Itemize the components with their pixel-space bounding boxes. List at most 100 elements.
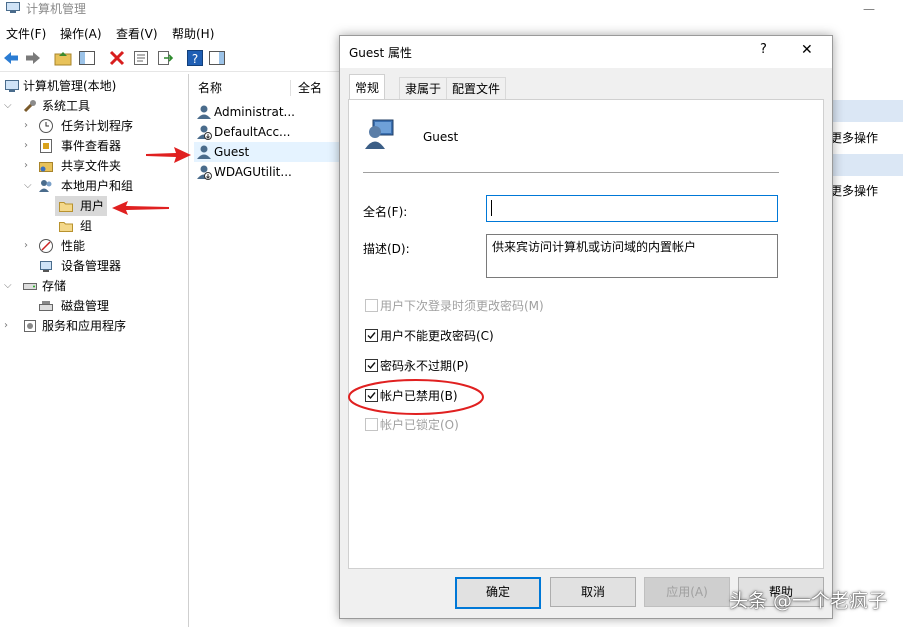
tree-item-system-tools[interactable]: ⌵ 系统工具	[4, 96, 184, 116]
apply-button[interactable]: 应用(A)	[644, 577, 730, 607]
chevron-down-icon[interactable]: ⌵	[24, 181, 34, 191]
tab-general[interactable]: 常规	[349, 74, 386, 101]
performance-icon	[39, 239, 53, 253]
folder-icon	[59, 222, 73, 232]
computer-management-icon	[6, 2, 20, 13]
window-title: 计算机管理	[26, 2, 87, 16]
chevron-right-icon[interactable]: ›	[24, 121, 34, 131]
description-label: 描述(D):	[363, 242, 410, 256]
tree-label: 任务计划程序	[61, 119, 134, 133]
tree-label: 性能	[61, 239, 86, 253]
general-tab-panel: Guest 全名(F): 描述(D): 供来宾访问计算机或访问域的内置帐户 用户…	[348, 99, 824, 569]
user-icon	[197, 105, 211, 119]
chevron-down-icon[interactable]: ⌵	[4, 101, 14, 111]
chevron-right-icon[interactable]: ›	[4, 321, 14, 331]
list-item-selected[interactable]: Guest	[194, 142, 340, 162]
forward-arrow-icon[interactable]	[24, 49, 42, 67]
minimize-button[interactable]: —	[863, 2, 875, 16]
fullname-label: 全名(F):	[363, 205, 408, 219]
annotation-circle-icon	[348, 379, 484, 415]
show-hide-tree-icon[interactable]	[78, 49, 96, 67]
window-titlebar: 计算机管理 —	[0, 0, 903, 22]
menu-view[interactable]: 查看(V)	[116, 25, 158, 42]
user-list: 名称 全名 Administrat... DefaultAcc... Guest…	[190, 74, 340, 627]
tab-member-of[interactable]: 隶属于	[399, 77, 448, 100]
svg-text:?: ?	[192, 52, 198, 66]
more-actions-link[interactable]: 更多操作	[830, 129, 878, 146]
menu-file[interactable]: 文件(F)	[6, 25, 46, 42]
event-viewer-icon	[40, 139, 52, 153]
list-item-label: Guest	[214, 145, 250, 159]
checkbox-account-locked[interactable]	[365, 418, 378, 431]
tree-label: 存储	[42, 279, 67, 293]
ok-button[interactable]: 确定	[455, 577, 541, 609]
description-field[interactable]: 供来宾访问计算机或访问域的内置帐户	[486, 234, 778, 278]
more-actions-link[interactable]: 更多操作	[830, 182, 878, 199]
column-divider[interactable]	[290, 80, 291, 96]
annotation-arrow-icon	[146, 147, 191, 163]
text-cursor	[491, 200, 492, 216]
column-header-fullname[interactable]: 全名	[298, 78, 322, 98]
cancel-button[interactable]: 取消	[550, 577, 636, 607]
actions-header	[830, 154, 903, 176]
back-arrow-icon[interactable]	[2, 49, 20, 67]
tree-label: 组	[80, 219, 93, 233]
list-item-label: Administrat...	[214, 105, 295, 119]
clock-icon	[39, 119, 53, 133]
checkbox-label: 用户不能更改密码(C)	[380, 329, 494, 343]
fullname-field[interactable]	[486, 195, 778, 222]
column-header-name[interactable]: 名称	[198, 78, 222, 98]
checkbox-cannot-change-password[interactable]	[365, 329, 378, 342]
disabled-user-icon	[197, 125, 212, 140]
checkbox-must-change-password[interactable]	[365, 299, 378, 312]
actions-pane: 更多操作 更多操作	[830, 74, 903, 627]
disabled-user-icon	[197, 165, 212, 180]
export-list-icon[interactable]	[156, 49, 174, 67]
tree-label: 服务和应用程序	[42, 319, 127, 333]
checkbox-label: 密码永不过期(P)	[380, 359, 469, 373]
tools-icon	[23, 100, 36, 113]
dialog-help-button[interactable]: ?	[760, 42, 767, 57]
watermark: 头条 @一个老疯子	[728, 590, 887, 612]
guest-properties-dialog: Guest 属性 ? ✕ 常规 隶属于 配置文件 Guest 全名(F): 描述…	[339, 35, 833, 619]
toolbar: ?	[0, 45, 340, 72]
storage-icon	[23, 283, 37, 290]
folder-icon	[59, 202, 73, 212]
shared-folder-icon	[39, 162, 53, 172]
list-item[interactable]: Administrat...	[194, 102, 340, 122]
checkbox-label: 用户下次登录时须更改密码(M)	[380, 299, 544, 313]
tree-item-users[interactable]: 用户	[55, 196, 107, 216]
help-icon[interactable]: ?	[186, 49, 204, 67]
actions-header	[830, 100, 903, 122]
guest-user-icon	[197, 145, 211, 159]
list-item[interactable]: DefaultAcc...	[194, 122, 340, 142]
dialog-close-button[interactable]: ✕	[801, 42, 813, 58]
tab-profile[interactable]: 配置文件	[446, 77, 507, 100]
tree-label: 事件查看器	[61, 139, 122, 153]
tree-root-label: 计算机管理(本地)	[23, 79, 117, 93]
checkbox-label: 帐户已锁定(O)	[380, 418, 459, 432]
list-item-label: DefaultAcc...	[214, 125, 291, 139]
menu-help[interactable]: 帮助(H)	[172, 25, 214, 42]
list-item-label: WDAGUtilit...	[214, 165, 292, 179]
annotation-arrow-icon	[112, 201, 169, 215]
tree-label: 磁盘管理	[61, 299, 110, 313]
menu-action[interactable]: 操作(A)	[60, 25, 102, 42]
users-icon	[39, 180, 52, 192]
checkbox-password-never-expires[interactable]	[365, 359, 378, 372]
chevron-right-icon[interactable]: ›	[24, 141, 34, 151]
chevron-right-icon[interactable]: ›	[24, 161, 34, 171]
computer-management-icon	[5, 80, 19, 92]
chevron-down-icon[interactable]: ⌵	[4, 281, 14, 291]
up-folder-icon[interactable]	[54, 49, 72, 67]
action-pane-icon[interactable]	[208, 49, 226, 67]
checkmark-icon	[367, 362, 376, 370]
list-item[interactable]: WDAGUtilit...	[194, 162, 340, 182]
chevron-right-icon[interactable]: ›	[24, 241, 34, 251]
separator	[363, 172, 779, 173]
device-manager-icon	[40, 261, 52, 272]
tree-label: 本地用户和组	[61, 179, 134, 193]
properties-icon[interactable]	[132, 49, 150, 67]
dialog-titlebar: Guest 属性 ? ✕	[340, 36, 832, 68]
delete-icon[interactable]	[108, 49, 126, 67]
